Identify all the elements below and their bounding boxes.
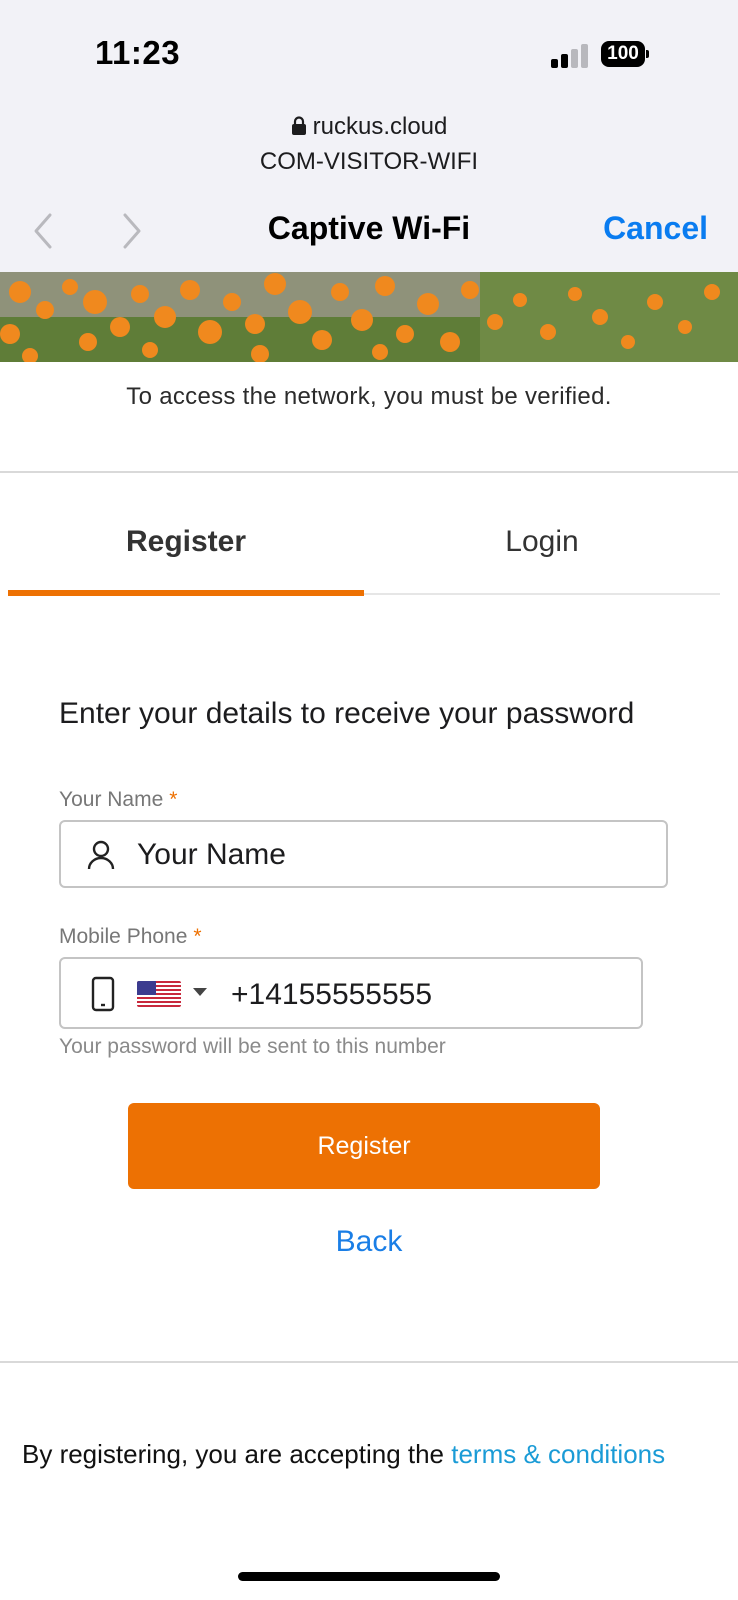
battery-icon: 100 [601, 41, 649, 67]
form-headline: Enter your details to receive your passw… [59, 697, 635, 730]
phone-input[interactable]: +14155555555 [59, 957, 643, 1029]
register-button[interactable]: Register [128, 1103, 600, 1189]
terms-link[interactable]: terms & conditions [451, 1439, 665, 1469]
address-bar[interactable]: ruckus.cloud [0, 113, 738, 141]
active-tab-indicator [8, 590, 364, 596]
lock-icon [291, 116, 306, 135]
header-banner-image [0, 272, 738, 362]
phone-field-label: Mobile Phone * [59, 925, 202, 948]
required-marker: * [193, 925, 202, 948]
name-field-label: Your Name * [59, 788, 178, 811]
user-icon [87, 840, 115, 870]
section-divider [0, 471, 738, 473]
mobile-phone-icon [91, 976, 115, 1012]
phone-hint: Your password will be sent to this numbe… [59, 1035, 446, 1058]
back-link[interactable]: Back [0, 1225, 738, 1259]
status-time: 11:23 [95, 34, 181, 71]
required-marker: * [169, 788, 178, 811]
network-name: COM-VISITOR-WIFI [259, 148, 479, 175]
tab-login[interactable]: Login [364, 525, 720, 559]
tab-register[interactable]: Register [8, 525, 364, 559]
phone-input-value: +14155555555 [231, 978, 433, 1011]
browser-chrome: 11:23 100 ruckus.cloud COM-VISITOR-WIFI … [0, 0, 738, 272]
footer-divider [0, 1361, 738, 1363]
cancel-button[interactable]: Cancel [603, 210, 708, 247]
cellular-signal-icon [551, 42, 591, 68]
verification-notice: To access the network, you must be verif… [126, 383, 612, 410]
name-input-placeholder: Your Name [137, 838, 286, 871]
country-dropdown-caret-icon[interactable] [193, 988, 207, 996]
terms-statement: By registering, you are accepting the te… [22, 1439, 666, 1469]
home-indicator[interactable] [238, 1572, 500, 1581]
name-input[interactable]: Your Name [59, 820, 668, 888]
us-flag-icon[interactable] [137, 981, 181, 1007]
battery-level: 100 [601, 41, 645, 67]
page-domain: ruckus.cloud [312, 113, 448, 140]
tab-baseline [364, 593, 720, 595]
